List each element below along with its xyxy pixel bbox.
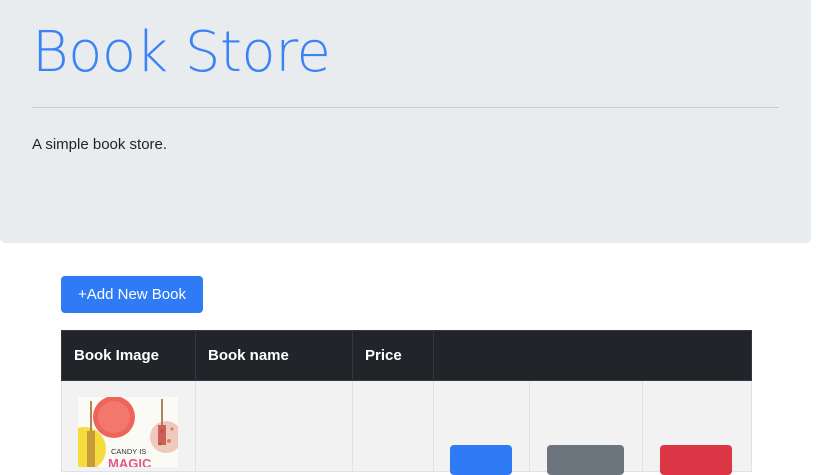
books-table: Book Image Book name Price CANDY IS MAGI… — [61, 330, 753, 475]
svg-text:CANDY IS: CANDY IS — [111, 447, 146, 456]
page-tagline: A simple book store. — [32, 136, 168, 153]
view-cell — [529, 380, 643, 475]
column-header-book-image: Book Image — [61, 330, 196, 381]
header-divider — [32, 107, 779, 108]
book-cover-image: CANDY IS MAGIC — [78, 397, 178, 467]
price-cell — [352, 380, 434, 472]
column-header-price: Price — [352, 330, 434, 381]
page-title: Book Store — [32, 20, 331, 85]
view-book-button[interactable] — [547, 445, 624, 475]
column-header-actions — [432, 330, 753, 381]
edit-book-button[interactable] — [450, 445, 512, 475]
table-row: CANDY IS MAGIC — [61, 380, 753, 475]
book-image-cell: CANDY IS MAGIC — [61, 380, 196, 472]
table-header-row: Book Image Book name Price — [61, 330, 753, 381]
book-name-cell — [195, 380, 353, 472]
delete-cell — [641, 380, 753, 475]
edit-cell — [433, 380, 530, 475]
add-new-book-button[interactable]: +Add New Book — [61, 276, 203, 313]
column-header-book-name: Book name — [195, 330, 353, 381]
svg-text:MAGIC: MAGIC — [108, 456, 152, 467]
delete-book-button[interactable] — [660, 445, 732, 475]
jumbotron-header: Book Store A simple book store. — [0, 0, 811, 243]
candy-book-cover-icon: CANDY IS MAGIC — [78, 397, 178, 467]
